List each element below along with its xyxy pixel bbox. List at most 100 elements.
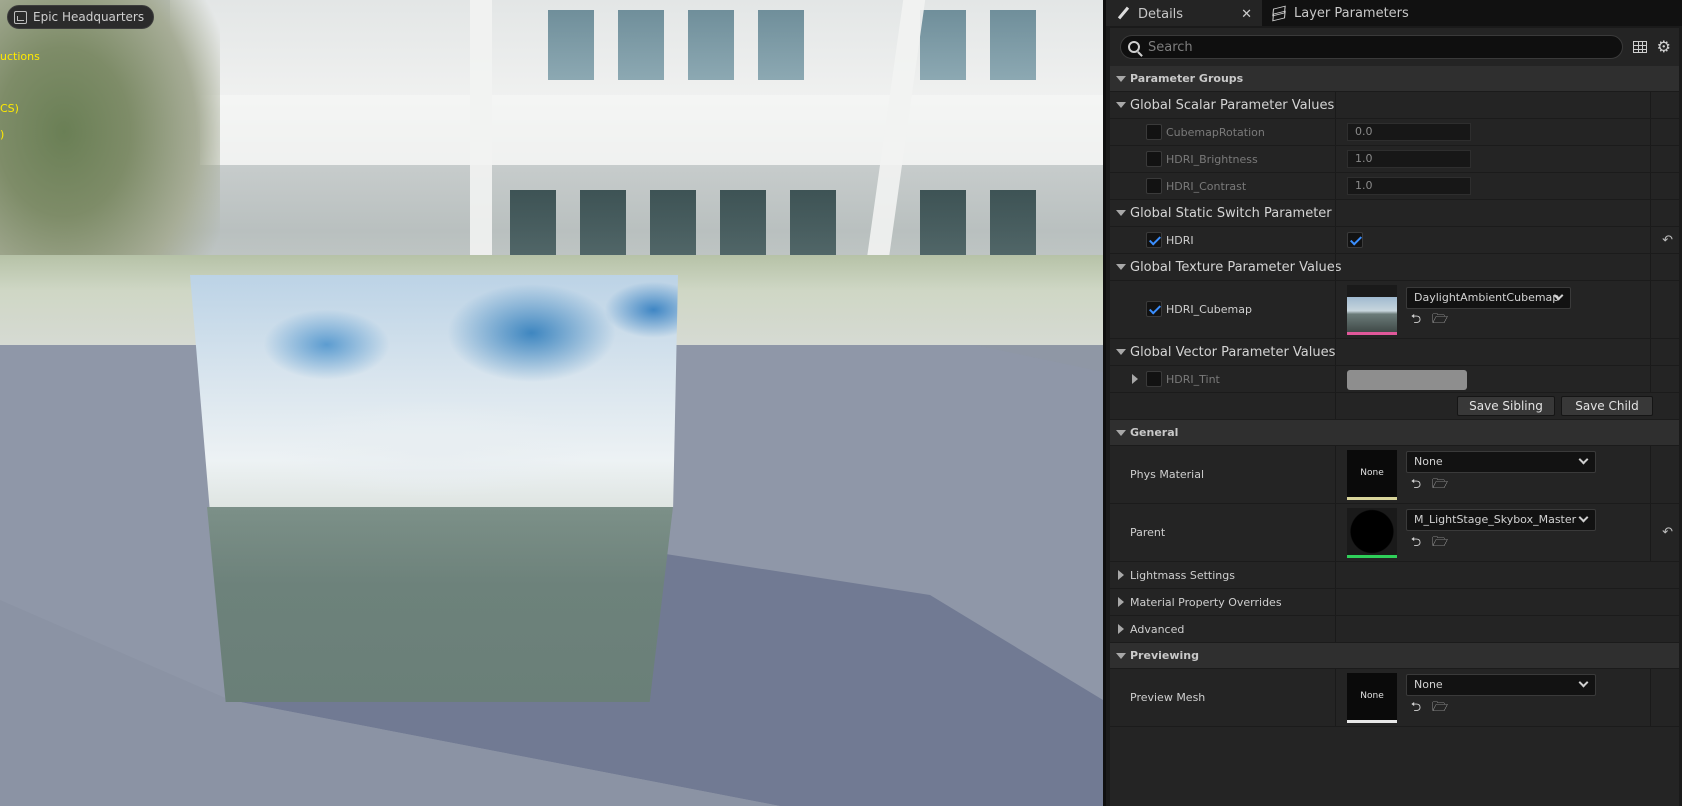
viewport-stat-text: ) [0, 128, 5, 141]
param-row-cubemaprotation: CubemapRotation 0.0 [1110, 119, 1679, 146]
category-lightmass-settings[interactable]: Lightmass Settings [1110, 562, 1679, 589]
expand-arrow-icon [1116, 264, 1126, 270]
browse-asset-icon[interactable]: 🗁 [1432, 535, 1448, 551]
material-thumbnail[interactable] [1347, 508, 1397, 558]
preview-mesh-picker[interactable]: None [1406, 674, 1596, 696]
param-name: HDRI_Cubemap [1166, 303, 1252, 316]
group-vector-parameters[interactable]: Global Vector Parameter Values [1110, 339, 1679, 366]
expand-arrow-icon [1116, 349, 1126, 355]
expand-arrow-icon [1116, 652, 1126, 659]
gear-icon[interactable]: ⚙ [1657, 39, 1671, 55]
override-checkbox[interactable] [1146, 151, 1162, 167]
chevron-down-icon [1578, 512, 1589, 523]
category-label: Material Property Overrides [1130, 595, 1282, 609]
layers-icon [1272, 7, 1286, 19]
close-icon[interactable]: ✕ [1241, 7, 1252, 22]
texture-asset-value: DaylightAmbientCubemap [1414, 291, 1560, 304]
parent-material-picker[interactable]: M_LightStage_Skybox_Master [1406, 509, 1596, 531]
search-input[interactable] [1148, 39, 1548, 55]
color-swatch[interactable] [1347, 370, 1467, 390]
param-row-hdri-brightness: HDRI_Brightness 1.0 [1110, 146, 1679, 173]
level-badge[interactable]: Epic Headquarters [7, 5, 155, 29]
switch-value-checkbox[interactable] [1347, 232, 1363, 248]
param-value-field[interactable]: 1.0 [1347, 150, 1471, 168]
expand-arrow-icon [1118, 570, 1124, 580]
panel-tab-bar: Details ✕ Layer Parameters [1106, 0, 1682, 26]
override-checkbox[interactable] [1146, 371, 1162, 387]
reset-to-default-icon[interactable]: ↶ [1662, 233, 1673, 248]
category-label: Parameter Groups [1130, 72, 1244, 85]
param-name: HDRI_Contrast [1166, 179, 1247, 193]
save-buttons-row: Save Sibling Save Child [1110, 393, 1679, 420]
group-texture-parameters[interactable]: Global Texture Parameter Values [1110, 254, 1679, 281]
details-content: ⚙ Parameter Groups Global Scalar Paramet… [1110, 28, 1679, 806]
group-static-switch-parameters[interactable]: Global Static Switch Parameter Valu [1110, 200, 1679, 227]
asset-thumbnail[interactable]: None [1347, 450, 1397, 500]
browse-asset-icon[interactable]: 🗁 [1432, 312, 1448, 328]
category-label: Advanced [1130, 622, 1185, 636]
override-checkbox[interactable] [1146, 301, 1162, 317]
override-checkbox[interactable] [1146, 178, 1162, 194]
expand-arrow-icon[interactable] [1132, 374, 1138, 384]
search-icon [1128, 41, 1140, 53]
category-label: Previewing [1130, 649, 1199, 662]
group-label: Global Static Switch Parameter Valu [1130, 205, 1334, 221]
property-label: Phys Material [1130, 468, 1205, 481]
param-name: CubemapRotation [1166, 125, 1265, 139]
expand-arrow-icon [1118, 597, 1124, 607]
use-selected-asset-icon[interactable]: ⮌ [1408, 477, 1424, 493]
table-view-icon[interactable] [1632, 41, 1647, 53]
group-label: Global Vector Parameter Values [1130, 344, 1336, 360]
category-material-property-overrides[interactable]: Material Property Overrides [1110, 589, 1679, 616]
use-selected-asset-icon[interactable]: ⮌ [1408, 700, 1424, 716]
texture-thumbnail[interactable] [1347, 285, 1397, 335]
viewport-stat-text: CS) [0, 102, 19, 115]
group-scalar-parameters[interactable]: Global Scalar Parameter Values [1110, 92, 1679, 119]
parent-material-value: M_LightStage_Skybox_Master [1414, 513, 1577, 526]
use-selected-asset-icon[interactable]: ⮌ [1408, 535, 1424, 551]
category-parameter-groups[interactable]: Parameter Groups [1110, 66, 1679, 92]
search-box[interactable] [1120, 35, 1623, 59]
search-bar: ⚙ [1110, 28, 1679, 66]
mesh-thumbnail[interactable]: None [1347, 673, 1397, 723]
tab-details-label: Details [1138, 6, 1184, 22]
save-sibling-button[interactable]: Save Sibling [1457, 396, 1555, 416]
browse-asset-icon[interactable]: 🗁 [1432, 477, 1448, 493]
thumbnail-none-label: None [1360, 468, 1384, 478]
category-general[interactable]: General [1110, 420, 1679, 446]
phys-material-picker[interactable]: None [1406, 451, 1596, 473]
category-label: Lightmass Settings [1130, 568, 1235, 582]
override-checkbox[interactable] [1146, 124, 1162, 140]
param-value-field[interactable]: 0.0 [1347, 123, 1471, 141]
param-row-hdri-tint: HDRI_Tint [1110, 366, 1679, 393]
param-row-hdri-contrast: HDRI_Contrast 1.0 [1110, 173, 1679, 200]
chevron-down-icon [1578, 454, 1589, 465]
texture-asset-picker[interactable]: DaylightAmbientCubemap [1406, 287, 1571, 309]
thumbnail-none-label: None [1360, 691, 1384, 701]
override-checkbox[interactable] [1146, 232, 1162, 248]
level-viewport[interactable]: Epic Headquarters uctions CS) ) [0, 0, 1103, 806]
expand-arrow-icon [1116, 75, 1126, 82]
viewport-stat-text: uctions [0, 50, 40, 63]
use-selected-asset-icon[interactable]: ⮌ [1408, 312, 1424, 328]
level-badge-label: Epic Headquarters [33, 10, 145, 24]
property-row-preview-mesh: Preview Mesh None None ⮌ 🗁 [1110, 669, 1679, 727]
category-previewing[interactable]: Previewing [1110, 643, 1679, 669]
save-child-button[interactable]: Save Child [1561, 396, 1653, 416]
phys-material-value: None [1414, 455, 1443, 468]
reset-to-default-icon[interactable]: ↶ [1662, 525, 1673, 540]
property-label: Preview Mesh [1130, 691, 1206, 704]
param-value-field[interactable]: 1.0 [1347, 177, 1471, 195]
tab-layer-parameters[interactable]: Layer Parameters [1262, 0, 1419, 26]
param-name: HDRI [1166, 233, 1194, 247]
group-label: Global Scalar Parameter Values [1130, 97, 1335, 113]
param-name: HDRI_Brightness [1166, 152, 1258, 166]
category-label: General [1130, 426, 1179, 439]
param-row-hdri: HDRI ↶ [1110, 227, 1679, 254]
tab-layer-parameters-label: Layer Parameters [1294, 5, 1409, 21]
tab-details[interactable]: Details ✕ [1106, 0, 1262, 26]
chevron-down-icon [1578, 677, 1589, 688]
category-advanced[interactable]: Advanced [1110, 616, 1679, 643]
expand-arrow-icon [1116, 429, 1126, 436]
browse-asset-icon[interactable]: 🗁 [1432, 700, 1448, 716]
